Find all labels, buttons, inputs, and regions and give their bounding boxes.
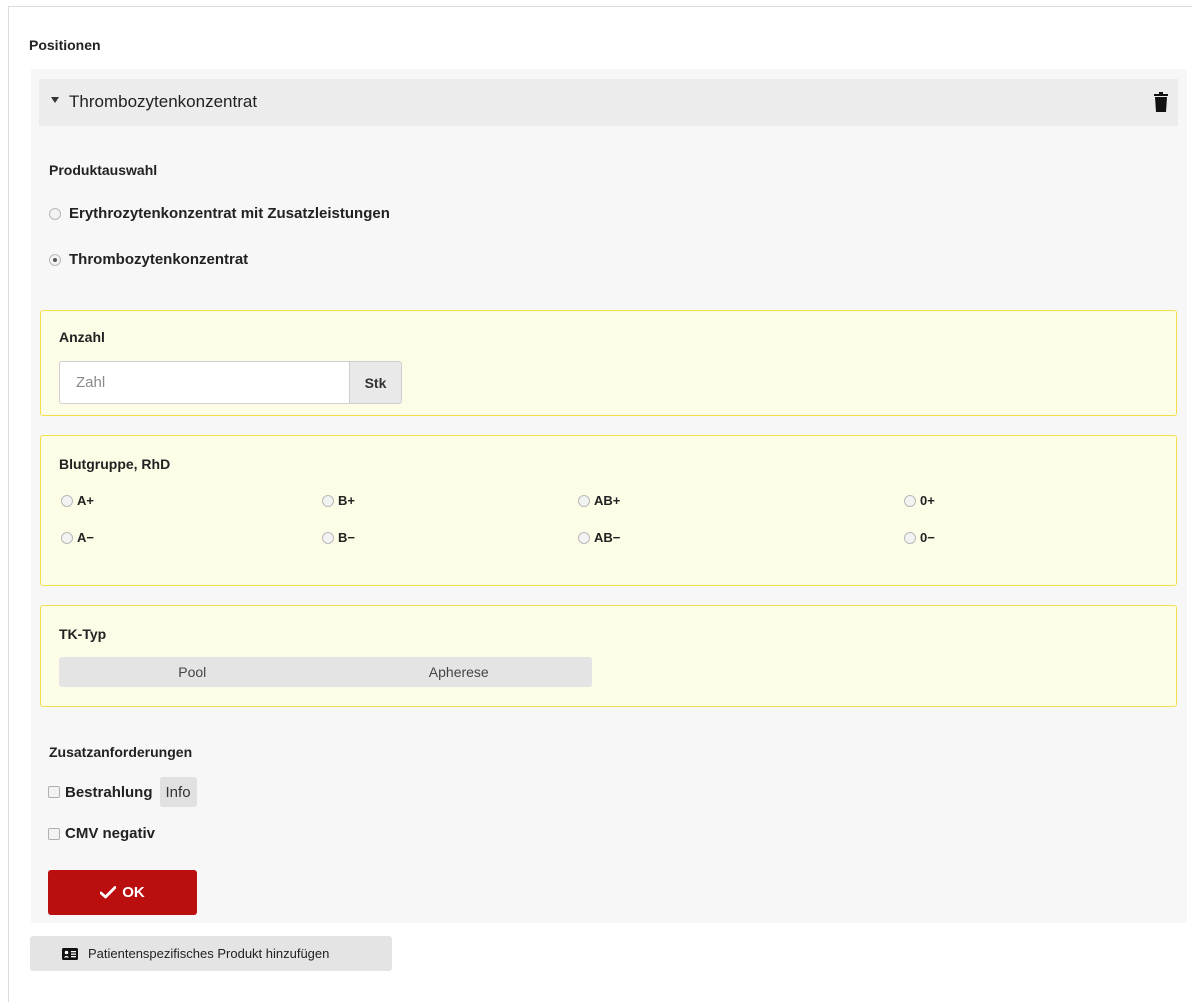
cmv-row: CMV negativ [48,825,155,842]
blood-group-option-label: B− [338,530,355,545]
bestrahlung-row: Bestrahlung Info [48,777,197,807]
blood-group-0-pos[interactable]: 0+ [904,493,935,508]
radio-0-neg[interactable] [904,531,916,544]
blood-group-a-neg[interactable]: A− [61,530,94,545]
ok-label: OK [122,884,145,901]
page: Positionen Thrombozytenkonzentrat Produk… [8,6,1192,1002]
radio-ab-neg[interactable] [578,531,590,544]
cmv-negativ-checkbox[interactable] [48,827,60,840]
tk-type-box: TK-Typ Pool Apherese [40,605,1177,707]
quantity-box: Anzahl Stk [40,310,1177,416]
product-option-label: Thrombozytenkonzentrat [69,251,249,268]
blood-group-option-label: B+ [338,493,355,508]
blood-group-a-pos[interactable]: A+ [61,493,94,508]
position-header[interactable]: Thrombozytenkonzentrat [39,79,1178,126]
position-panel: Thrombozytenkonzentrat Produktauswahl Er… [31,69,1187,923]
tk-type-toggle: Pool Apherese [59,657,592,687]
bestrahlung-checkbox[interactable] [48,786,60,798]
quantity-input[interactable] [59,361,349,404]
position-title: Thrombozytenkonzentrat [69,92,258,111]
tk-type-pool-button[interactable]: Pool [59,657,326,687]
blood-group-b-neg[interactable]: B− [322,530,355,545]
ok-button[interactable]: OK [48,870,197,915]
blood-group-option-label: AB+ [594,493,621,508]
blood-group-0-neg[interactable]: 0− [904,530,935,545]
blood-group-ab-neg[interactable]: AB− [578,530,620,545]
radio-thrombozyten[interactable] [49,253,61,266]
product-option-thrombozyten[interactable]: Thrombozytenkonzentrat [49,251,248,268]
add-patient-product-button[interactable]: Patientenspezifisches Produkt hinzufügen [30,936,392,971]
radio-ab-pos[interactable] [578,494,590,507]
radio-erythrozyten[interactable] [49,207,61,220]
radio-a-neg[interactable] [61,531,73,544]
blood-group-option-label: 0+ [920,493,935,508]
blood-group-option-label: AB− [594,530,621,545]
additional-requirements-label: Zusatzanforderungen [49,744,193,760]
add-patient-product-label: Patientenspezifisches Produkt hinzufügen [88,946,330,961]
tk-type-apherese-button[interactable]: Apherese [326,657,593,687]
bestrahlung-label[interactable]: Bestrahlung [65,784,153,801]
quantity-input-group: Stk [59,361,402,404]
quantity-unit: Stk [349,361,402,404]
blood-group-label: Blutgruppe, RhD [59,456,171,472]
section-title: Positionen [29,37,101,53]
id-card-icon [62,947,78,960]
blood-group-option-label: A− [77,530,94,545]
tk-type-label: TK-Typ [59,626,107,642]
radio-b-neg[interactable] [322,531,334,544]
radio-b-pos[interactable] [322,494,334,507]
quantity-label: Anzahl [59,329,105,345]
blood-group-box: Blutgruppe, RhD A+ B+ AB+ 0+ A− B− AB− 0… [40,435,1177,586]
cmv-negativ-label[interactable]: CMV negativ [65,825,155,842]
product-option-erythrozyten[interactable]: Erythrozytenkonzentrat mit Zusatzleistun… [49,205,390,222]
radio-0-pos[interactable] [904,494,916,507]
product-option-label: Erythrozytenkonzentrat mit Zusatzleistun… [69,205,390,222]
bestrahlung-info-button[interactable]: Info [159,777,197,807]
checkmark-icon [100,886,117,899]
trash-icon[interactable] [1153,92,1169,112]
radio-a-pos[interactable] [61,494,73,507]
product-selection-label: Produktauswahl [49,162,158,178]
caret-down-icon[interactable] [51,97,59,103]
blood-group-option-label: A+ [77,493,94,508]
blood-group-b-pos[interactable]: B+ [322,493,355,508]
blood-group-ab-pos[interactable]: AB+ [578,493,620,508]
blood-group-option-label: 0− [920,530,935,545]
